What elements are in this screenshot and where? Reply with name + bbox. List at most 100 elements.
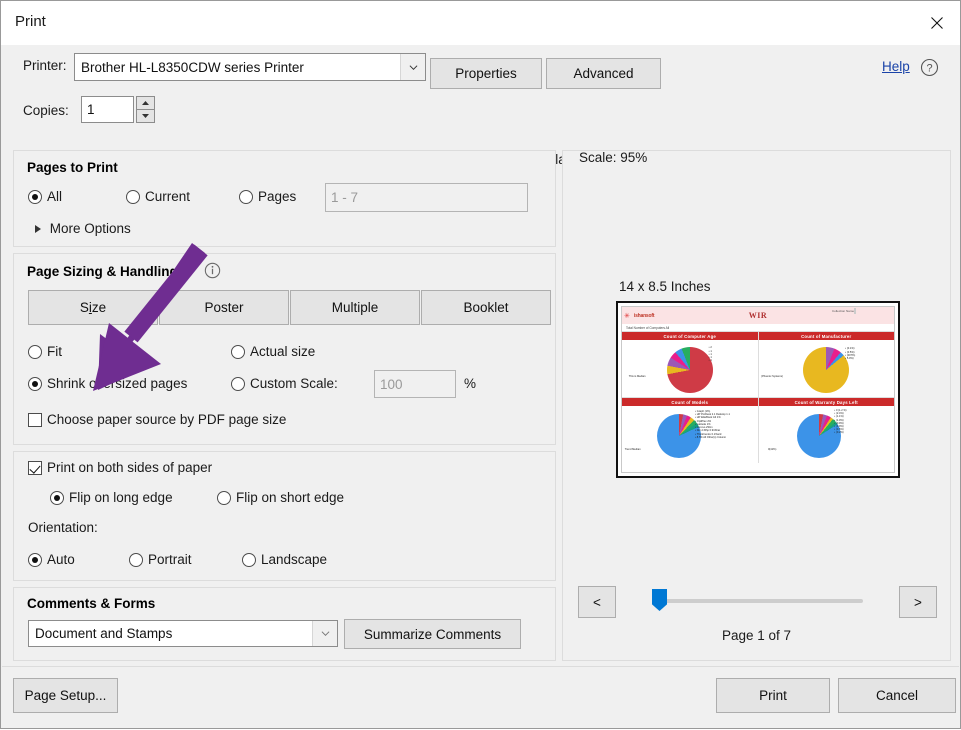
orientation-label: Orientation: — [28, 520, 98, 535]
radio-portrait-label: Portrait — [148, 552, 192, 567]
copies-spinner-up[interactable] — [137, 97, 154, 110]
chart-main-legend: 0(41%) — [767, 447, 777, 451]
radio-custom-scale-label: Custom Scale: — [250, 376, 338, 391]
paper-source-checkbox[interactable] — [28, 413, 42, 427]
tab-multiple[interactable]: Multiple — [290, 290, 420, 325]
pages-range-input[interactable]: 1 - 7 — [325, 183, 528, 212]
report-chart-cell: Count of Computer Age ▪ 2 ▪ 1 ▪ 1 ▪ 1 ▪ 1 Th… — [622, 332, 758, 397]
report-chart-cell: Count of Models ▪ Graph (1%) ▪ HP ProDesk… — [622, 398, 758, 463]
radio-pages[interactable] — [239, 190, 253, 204]
chevron-down-icon — [409, 64, 417, 70]
report-chart-title: Count of Warranty Days Left — [758, 398, 894, 406]
printer-settings-strip: Printer: Brother HL-L8350CDW series Prin… — [2, 45, 959, 168]
radio-landscape-label: Landscape — [261, 552, 328, 567]
donut-chart — [803, 346, 850, 393]
report-chart-title: Count of Models — [622, 398, 758, 406]
radio-flip-short-edge[interactable] — [217, 491, 231, 505]
preview-pane: Scale: 95% 14 x 8.5 Inches ✳ ishansoft W… — [562, 150, 951, 661]
copies-label: Copies: — [23, 103, 69, 118]
radio-current-label: Current — [145, 189, 191, 204]
page-slider-thumb[interactable] — [652, 589, 667, 611]
report-chart-title: Count of Manufacturer — [758, 332, 894, 340]
tab-size[interactable]: Size — [28, 290, 158, 325]
radio-custom-scale[interactable] — [231, 377, 245, 391]
preview-scale-label: Scale: 95% — [579, 150, 648, 165]
pages-to-print-panel: Pages to Print All Current Pages 1 - 7 M… — [13, 150, 556, 247]
report-filter-label: Collection Name — [832, 309, 855, 313]
both-sides-checkbox[interactable] — [28, 461, 42, 475]
comments-forms-select[interactable]: Document and Stamps — [28, 620, 338, 647]
percent-label: % — [464, 376, 477, 391]
more-options-label: More Options — [49, 221, 131, 236]
copies-spinner[interactable] — [136, 96, 155, 123]
tab-booklet[interactable]: Booklet — [421, 290, 551, 325]
copies-input[interactable]: 1 — [81, 96, 134, 123]
tab-poster[interactable]: Poster — [159, 290, 289, 325]
properties-button[interactable]: Properties — [430, 58, 542, 89]
advanced-button[interactable]: Advanced — [546, 58, 661, 89]
help-question-icon[interactable]: ? — [920, 58, 939, 80]
copies-spinner-down[interactable] — [137, 110, 154, 123]
custom-scale-input[interactable]: 100 — [374, 370, 456, 398]
spinner-down-icon — [142, 113, 149, 118]
report-chart-cell: Count of Warranty Days Left ▪ 0 (1.2 %) ▪… — [758, 398, 894, 463]
more-options-toggle[interactable]: More Options — [34, 221, 131, 236]
print-button[interactable]: Print — [716, 678, 830, 713]
page-sizing-info-icon[interactable] — [204, 262, 221, 282]
report-filter-box — [854, 308, 857, 314]
page-setup-button[interactable]: Page Setup... — [13, 678, 118, 713]
next-page-button[interactable]: > — [899, 586, 937, 618]
duplex-panel: Print on both sides of paper Flip on lon… — [13, 451, 556, 581]
comments-forms-header: Comments & Forms — [27, 596, 156, 611]
radio-pages-label: Pages — [258, 189, 297, 204]
radio-shrink-oversized[interactable] — [28, 377, 42, 391]
donut-chart — [666, 346, 713, 393]
radio-flip-long-edge[interactable] — [50, 491, 64, 505]
radio-landscape[interactable] — [242, 553, 256, 567]
summarize-comments-button[interactable]: Summarize Comments — [344, 619, 521, 649]
radio-actual-size-label: Actual size — [250, 344, 316, 359]
spinner-up-icon — [142, 100, 149, 105]
printer-label: Printer: — [23, 58, 67, 73]
radio-fit-label: Fit — [47, 344, 62, 359]
prev-page-button[interactable]: < — [578, 586, 616, 618]
cancel-button[interactable]: Cancel — [838, 678, 956, 713]
report-chart-title: Count of Computer Age — [622, 332, 758, 340]
radio-flip-long-edge-label: Flip on long edge — [69, 490, 173, 505]
page-sizing-header: Page Sizing & Handling — [27, 264, 178, 279]
radio-actual-size[interactable] — [231, 345, 245, 359]
report-footer — [622, 463, 894, 472]
close-button[interactable] — [914, 1, 960, 45]
page-slider-track[interactable] — [655, 599, 863, 603]
radio-all-label: All — [47, 189, 63, 204]
comments-forms-arrow — [312, 621, 337, 646]
footer-bar: Page Setup... Print Cancel — [2, 666, 959, 727]
help-link[interactable]: Help — [882, 59, 910, 74]
title-bar: Print — [1, 1, 960, 45]
radio-fit[interactable] — [28, 345, 42, 359]
radio-current[interactable] — [126, 190, 140, 204]
page-preview-thumbnail[interactable]: ✳ ishansoft WIR Collection Name Total Nu… — [616, 301, 900, 478]
radio-all[interactable] — [28, 190, 42, 204]
report-chart-cell: Count of Manufacturer ▪ (0.1%) ▪ (0.5%) ▪ … — [758, 332, 894, 397]
printer-select-value: Brother HL-L8350CDW series Printer — [81, 59, 304, 75]
comments-forms-value: Document and Stamps — [35, 626, 173, 641]
chart-legend: ▪ 2 ▪ 1 ▪ 1 ▪ 1 ▪ 1 — [708, 346, 712, 363]
close-icon — [931, 17, 943, 29]
report-thumbnail: ✳ ishansoft WIR Collection Name Total Nu… — [618, 303, 898, 476]
radio-flip-short-edge-label: Flip on short edge — [236, 490, 345, 505]
radio-portrait[interactable] — [129, 553, 143, 567]
printer-select[interactable]: Brother HL-L8350CDW series Printer — [74, 53, 426, 81]
printer-select-arrow — [400, 54, 425, 80]
both-sides-label: Print on both sides of paper — [47, 460, 213, 475]
radio-auto-label: Auto — [47, 552, 75, 567]
tab-size-label: Size — [79, 300, 107, 315]
pages-to-print-header: Pages to Print — [27, 160, 118, 175]
comments-forms-panel: Comments & Forms Document and Stamps Sum… — [13, 587, 556, 661]
preview-dimensions-label: 14 x 8.5 Inches — [619, 279, 711, 294]
chart-main-legend: Trend Median — [624, 447, 641, 451]
report-filter: Collection Name — [832, 308, 890, 314]
chart-main-legend: This is Median — [628, 375, 646, 379]
radio-shrink-oversized-label: Shrink oversized pages — [47, 376, 188, 391]
radio-auto[interactable] — [28, 553, 42, 567]
